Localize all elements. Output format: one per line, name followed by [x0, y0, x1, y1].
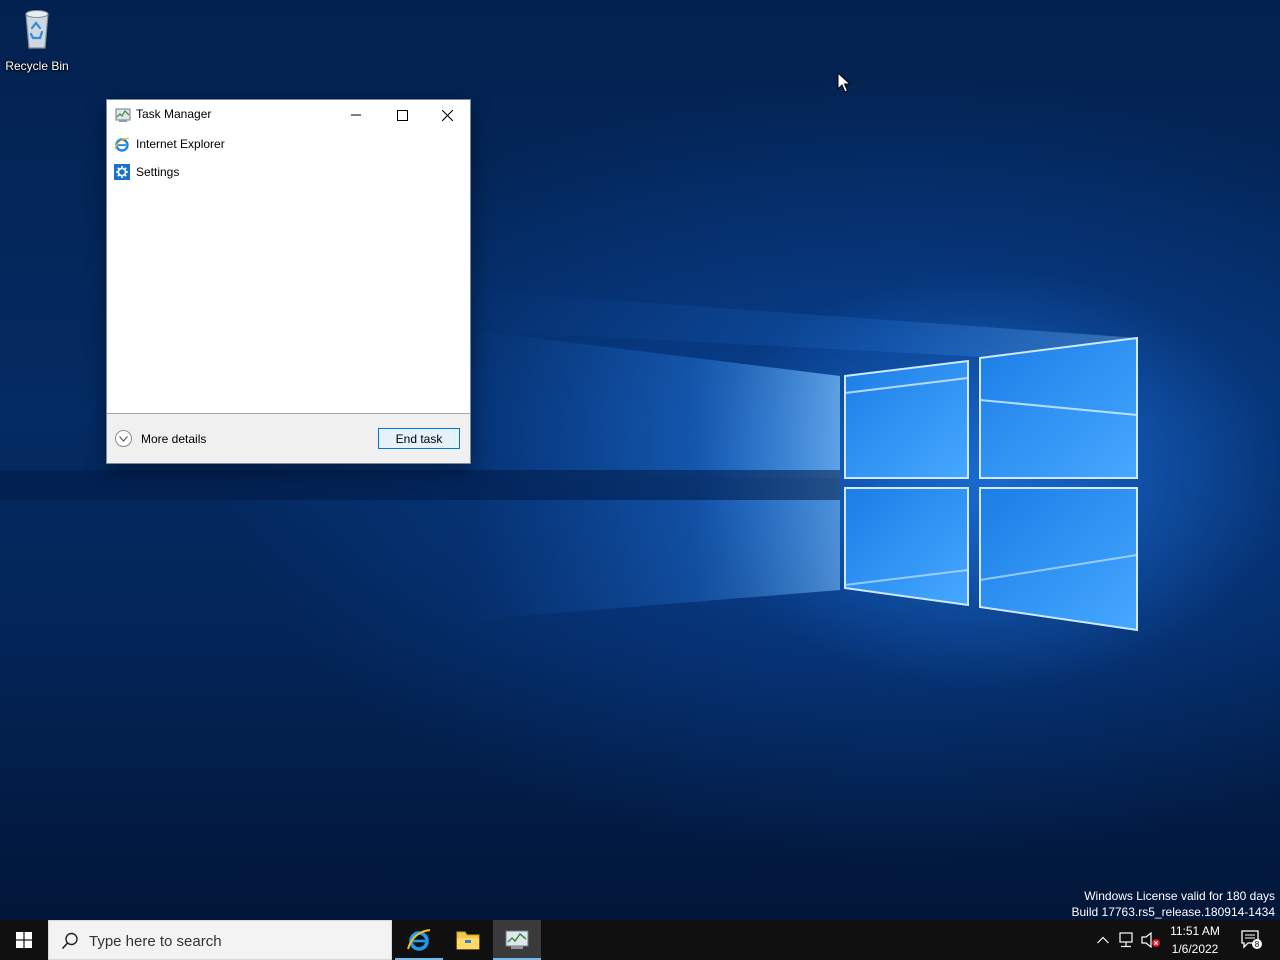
footer-bar: More details End task	[107, 413, 470, 463]
windows-logo-icon	[16, 932, 32, 948]
taskbar-file-explorer[interactable]	[444, 920, 492, 960]
taskbar-clock[interactable]: 11:51 AM 1/6/2022	[1162, 922, 1228, 958]
search-placeholder: Type here to search	[89, 933, 222, 950]
taskbar-task-manager[interactable]	[493, 920, 541, 960]
title-bar[interactable]: Task Manager	[107, 100, 470, 130]
chevron-up-icon	[1097, 936, 1109, 944]
notification-center-icon: 8	[1241, 930, 1262, 949]
watermark-license-line: Windows License valid for 180 days	[1084, 889, 1275, 903]
chevron-down-icon	[119, 435, 128, 442]
task-manager-icon	[505, 930, 529, 949]
show-hidden-icons-button[interactable]	[1093, 920, 1113, 960]
close-button[interactable]	[424, 100, 470, 130]
search-icon	[61, 932, 78, 950]
taskbar: Type here to search 11:51 AM 1/6/2022 8	[0, 920, 1280, 960]
desktop-icon-label: Recycle Bin	[5, 59, 69, 73]
recycle-bin-icon	[25, 10, 49, 49]
mouse-cursor-icon	[837, 72, 851, 93]
task-manager-icon	[115, 108, 131, 122]
clock-time: 11:51 AM	[1170, 924, 1220, 938]
desktop-icon-recycle-bin[interactable]: Recycle Bin	[2, 6, 72, 73]
app-name: Internet Explorer	[136, 137, 225, 151]
network-status-button[interactable]	[1116, 920, 1138, 960]
volume-muted-icon	[1141, 932, 1160, 948]
app-list: Internet Explorer Settings	[107, 130, 470, 186]
more-details-link[interactable]: More details	[141, 432, 206, 446]
minimize-icon	[351, 114, 361, 116]
license-watermark: Windows License valid for 180 days Build…	[1072, 888, 1276, 920]
file-explorer-icon	[456, 931, 480, 950]
volume-button[interactable]	[1140, 920, 1162, 960]
list-item[interactable]: Settings	[107, 158, 470, 186]
settings-gear-icon	[114, 164, 130, 180]
network-icon	[1119, 932, 1133, 948]
taskbar-search-box[interactable]: Type here to search	[48, 920, 392, 960]
taskbar-internet-explorer[interactable]	[395, 920, 443, 960]
list-item[interactable]: Internet Explorer	[107, 130, 470, 158]
internet-explorer-icon	[114, 137, 130, 152]
close-icon	[441, 109, 453, 121]
action-center-button[interactable]: 8	[1232, 920, 1272, 960]
task-manager-window: Task Manager Internet Explorer Settings …	[107, 100, 470, 463]
maximize-icon	[396, 109, 408, 121]
end-task-button[interactable]: End task	[378, 428, 460, 449]
watermark-build-line: Build 17763.rs5_release.180914-1434	[1071, 905, 1276, 919]
clock-date: 1/6/2022	[1171, 942, 1219, 956]
minimize-button[interactable]	[333, 100, 379, 130]
start-button[interactable]	[0, 920, 48, 960]
maximize-button[interactable]	[379, 100, 425, 130]
more-details-toggle[interactable]	[115, 430, 132, 447]
window-title: Task Manager	[136, 107, 212, 121]
notification-count-badge: 8	[1255, 940, 1260, 949]
internet-explorer-icon	[407, 929, 431, 951]
app-name: Settings	[136, 165, 180, 179]
